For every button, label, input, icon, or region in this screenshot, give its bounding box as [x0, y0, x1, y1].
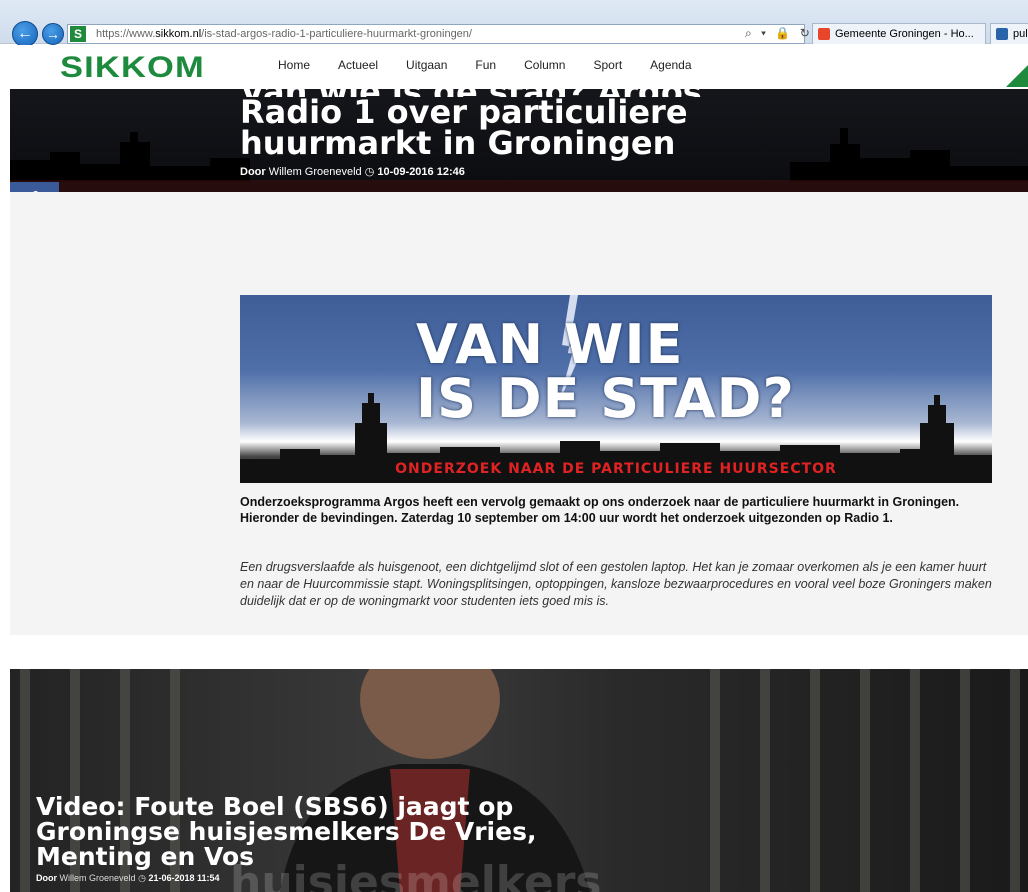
browser-tab[interactable]: pul	[990, 23, 1028, 44]
article-lead: Een drugsverslaafde als huisgenoot, een …	[240, 560, 992, 608]
menu-item-fun[interactable]: Fun	[475, 58, 496, 72]
back-button[interactable]: ←	[12, 21, 38, 47]
menu-item-uitgaan[interactable]: Uitgaan	[406, 58, 447, 72]
header-corner-decoration	[1006, 65, 1028, 87]
url-host: sikkom.nl	[155, 28, 202, 40]
byline-prefix: Door	[36, 873, 57, 883]
url-scheme: https://www.	[96, 28, 156, 40]
clock-icon: ◷	[364, 166, 375, 178]
tab-label: pul	[1013, 28, 1028, 40]
site-logo[interactable]: SIKKOM	[60, 51, 205, 85]
tab-favicon-icon	[818, 28, 830, 40]
menu-item-home[interactable]: Home	[278, 58, 310, 72]
browser-tab[interactable]: Gemeente Groningen - Ho...	[812, 23, 986, 44]
byline-prefix: Door	[240, 166, 266, 178]
browser-toolbar: ← → https://www.sikkom.nl/is-stad-argos-…	[0, 0, 1028, 47]
menu-item-column[interactable]: Column	[524, 58, 565, 72]
main-menu: Home Actueel Uitgaan Fun Column Sport Ag…	[278, 58, 720, 72]
menu-item-sport[interactable]: Sport	[593, 58, 622, 72]
address-bar[interactable]: https://www.sikkom.nl/is-stad-argos-radi…	[67, 24, 805, 44]
address-tools[interactable]: ⌕ ▾ 🔒 ↻	[745, 26, 813, 41]
clock-icon: ◷	[138, 873, 146, 883]
site-favicon-icon: S	[70, 26, 86, 42]
related-article-title[interactable]: Video: Foute Boel (SBS6) jaagt op Gronin…	[36, 794, 596, 869]
article-body: VAN WIE IS DE STAD? ONDERZOEK NAAR DE PA…	[10, 192, 1028, 635]
article-byline: Door Willem Groeneveld ◷ 10-09-2016 12:4…	[240, 165, 465, 178]
byline-date: 21-06-2018 11:54	[148, 873, 220, 883]
article-title: Van wie is de stad? Argos Radio 1 over p…	[240, 89, 1000, 159]
url-path: /is-stad-argos-radio-1-particuliere-huur…	[201, 28, 472, 40]
byline-author[interactable]: Willem Groeneveld	[60, 873, 136, 883]
banner-subtitle: ONDERZOEK NAAR DE PARTICULIERE HUURSECTO…	[395, 461, 837, 477]
related-byline: Door Willem Groeneveld ◷ 21-06-2018 11:5…	[36, 873, 220, 884]
byline-author[interactable]: Willem Groeneveld	[269, 166, 362, 178]
article-banner-image: VAN WIE IS DE STAD? ONDERZOEK NAAR DE PA…	[240, 295, 992, 483]
hero-stripe	[10, 180, 1028, 192]
tab-label: Gemeente Groningen - Ho...	[835, 28, 974, 40]
article-hero: Van wie is de stad? Argos Radio 1 over p…	[10, 89, 1028, 192]
related-article-card[interactable]: huisjesmelkers Video: Foute Boel (SBS6) …	[10, 669, 1028, 892]
menu-item-actueel[interactable]: Actueel	[338, 58, 378, 72]
article-title-line: huurmarkt in Groningen	[240, 124, 676, 162]
byline-date: 10-09-2016 12:46	[377, 166, 465, 178]
menu-item-agenda[interactable]: Agenda	[650, 58, 691, 72]
forward-button[interactable]: →	[42, 23, 64, 45]
article-intro: Onderzoeksprogramma Argos heeft een verv…	[240, 495, 960, 525]
site-header: SIKKOM Home Actueel Uitgaan Fun Column S…	[0, 45, 1028, 89]
tab-favicon-icon	[996, 28, 1008, 40]
